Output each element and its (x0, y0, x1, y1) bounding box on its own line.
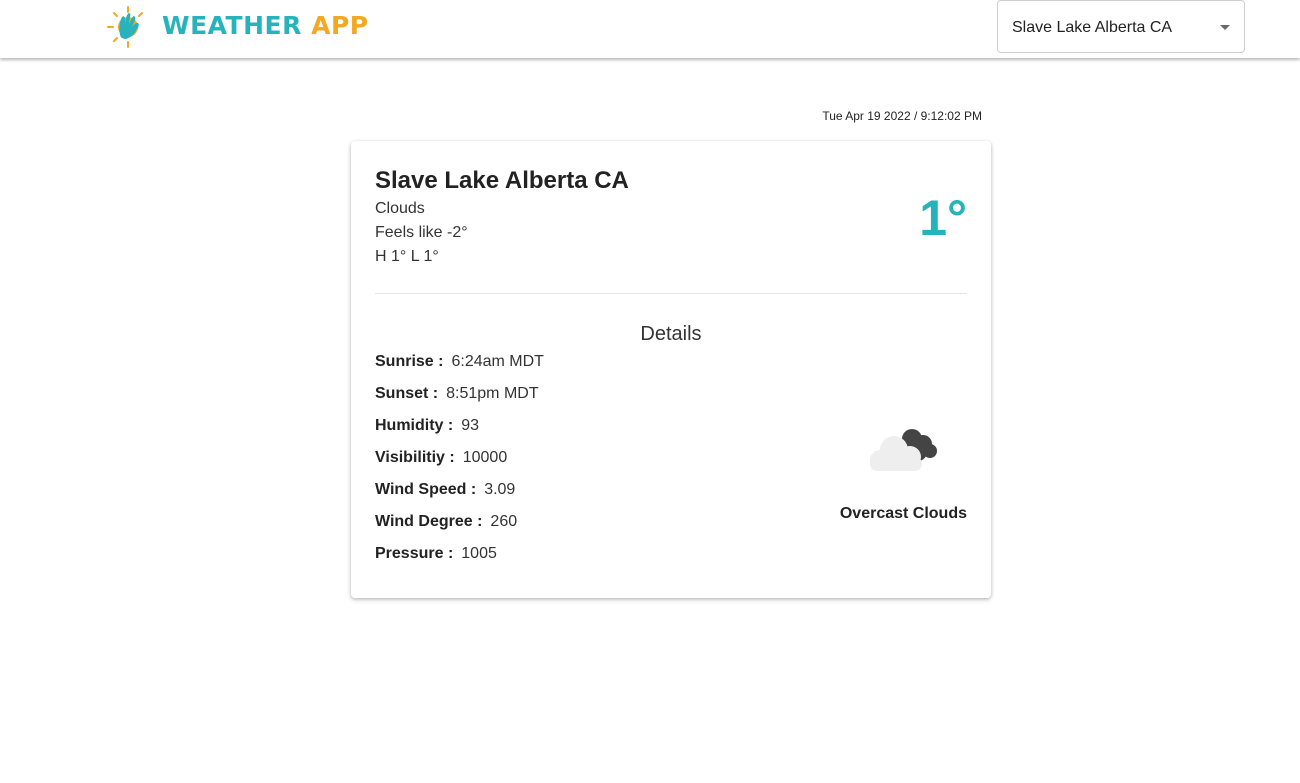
detail-value: 93 (461, 417, 480, 434)
detail-row-wind-degree: Wind Degree : 260 (375, 513, 517, 531)
chevron-down-icon (1220, 25, 1230, 30)
detail-value: 10000 (462, 449, 508, 466)
app-header: WEATHER APP Slave Lake Alberta CA (0, 0, 1300, 58)
high-low: H 1° L 1° (375, 248, 439, 265)
detail-value: 8:51pm MDT (446, 385, 539, 402)
detail-key: Wind Speed : (375, 481, 477, 498)
detail-row-sunset: Sunset : 8:51pm MDT (375, 385, 539, 403)
details-title: Details (640, 323, 702, 345)
app-brand: WEATHER APP (162, 11, 369, 40)
detail-key: Sunset : (375, 385, 439, 402)
feels-like: Feels like -2° (375, 224, 468, 241)
brand-word-app: APP (311, 11, 369, 40)
detail-row-humidity: Humidity : 93 (375, 417, 479, 435)
divider (375, 293, 967, 294)
detail-key: Sunrise : (375, 353, 444, 370)
location-select[interactable]: Slave Lake Alberta CA (997, 0, 1245, 53)
detail-value: 6:24am MDT (451, 353, 544, 370)
temperature: 1° (919, 190, 967, 246)
weather-card: Slave Lake Alberta CA Clouds Feels like … (351, 141, 991, 598)
detail-row-wind-speed: Wind Speed : 3.09 (375, 481, 515, 499)
detail-key: Pressure : (375, 545, 454, 562)
detail-row-visibility: Visibilitiy : 10000 (375, 449, 507, 467)
detail-value: 3.09 (484, 481, 516, 498)
overcast-clouds-icon (870, 429, 937, 471)
detail-key: Humidity : (375, 417, 454, 434)
detail-value: 1005 (461, 545, 497, 562)
city-name: Slave Lake Alberta CA (375, 167, 629, 194)
condition-label: Overcast Clouds (839, 505, 967, 522)
detail-row-sunrise: Sunrise : 6:24am MDT (375, 353, 544, 371)
detail-row-pressure: Pressure : 1005 (375, 545, 497, 563)
detail-key: Visibilitiy : (375, 449, 455, 466)
current-datetime: Tue Apr 19 2022 / 9:12:02 PM (822, 109, 982, 123)
location-select-value: Slave Lake Alberta CA (1012, 19, 1173, 36)
detail-key: Wind Degree : (375, 513, 483, 530)
brand-word-weather: WEATHER (162, 11, 302, 40)
detail-value: 260 (490, 513, 518, 530)
logo-icon (107, 6, 143, 48)
weather-condition: Clouds (375, 200, 425, 217)
